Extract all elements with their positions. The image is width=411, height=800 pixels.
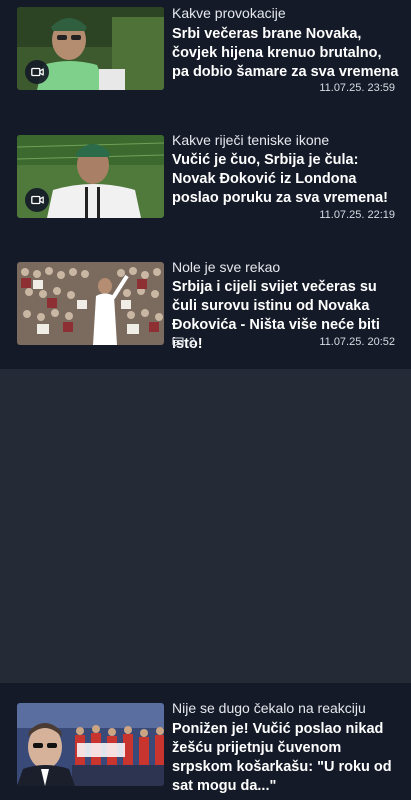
comments-count[interactable]: 2 (172, 336, 195, 348)
article-kicker: Nole je sve rekao (172, 259, 281, 275)
stadium-crowd-photo (17, 262, 164, 345)
article-meta: 11.07.25. 22:19 (172, 209, 395, 225)
article-card[interactable]: Nije se dugo čekalo na reakciju Ponižen … (0, 683, 411, 800)
article-headline[interactable]: Ponižen je! Vučić poslao nikad žešću pri… (172, 720, 401, 796)
article-kicker: Nije se dugo čekalo na reakciju (172, 700, 366, 716)
article-card[interactable]: Kakve riječi teniske ikone Vučić je čuo,… (0, 121, 411, 248)
video-icon (25, 60, 49, 84)
comments-count-value: 2 (189, 336, 196, 348)
article-kicker: Kakve riječi teniske ikone (172, 132, 330, 148)
article-card[interactable]: Nole je sve rekao Srbija i cijeli svijet… (0, 248, 411, 369)
comment-icon (172, 336, 184, 348)
article-headline[interactable]: Srbi večeras brane Novaka, čovjek hijena… (172, 25, 401, 82)
article-thumbnail[interactable] (17, 262, 164, 345)
article-timestamp: 11.07.25. 20:52 (319, 336, 395, 348)
article-timestamp: 11.07.25. 23:59 (319, 82, 395, 94)
article-thumbnail[interactable] (17, 135, 164, 218)
article-timestamp: 11.07.25. 22:19 (319, 209, 395, 221)
ad-placeholder (0, 369, 411, 683)
article-meta: 2 11.07.25. 20:52 (172, 336, 395, 352)
article-headline[interactable]: Vučić je čuo, Srbija je čula: Novak Đoko… (172, 151, 401, 208)
article-kicker: Kakve provokacije (172, 5, 286, 21)
article-thumbnail[interactable] (17, 703, 164, 786)
video-icon (25, 188, 49, 212)
article-card[interactable]: Kakve provokacije Srbi večeras brane Nov… (0, 0, 411, 121)
article-meta: 11.07.25. 23:59 (172, 82, 395, 98)
basketball-team-photo (17, 703, 164, 786)
article-thumbnail[interactable] (17, 7, 164, 90)
